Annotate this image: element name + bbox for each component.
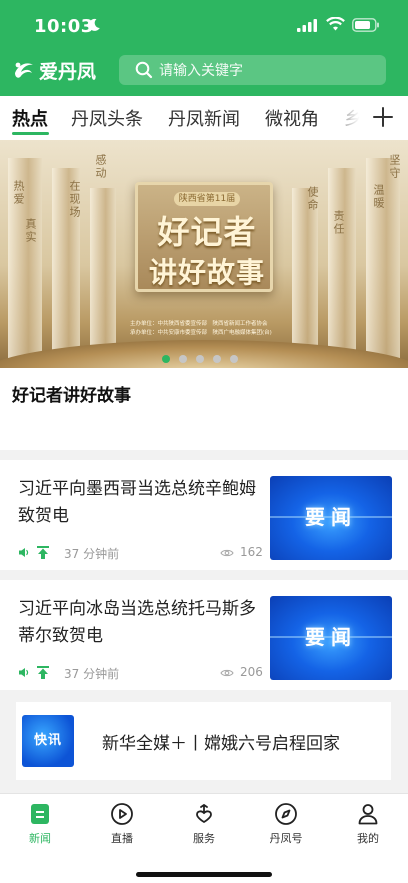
banner-word: 坚守 [388,154,401,180]
news-views: 206 [240,665,263,679]
banner-board-tag: 陕西省第11届 [174,192,240,206]
banner-organizers: 主办单位：中共陕西省委宣传部 陕西省新闻工作者协会 承办单位：中共安康市委宣传部… [130,320,290,338]
carousel-dot[interactable] [179,355,187,363]
news-thumbnail[interactable]: 要闻 [270,596,392,680]
nav-label: 直播 [111,832,133,845]
banner-word: 温暖 [372,184,385,210]
status-time: 10:03 [34,16,94,37]
pinned-top-icon [37,546,49,559]
banner-carousel[interactable]: 坚守 热爱 在现场 真实 使命 责任 感动 温暖 陕西省第11届 好记者 讲好故… [0,140,408,368]
brand-name: 爱丹凤 [39,60,97,83]
moon-icon [88,18,100,31]
search-icon [135,61,153,79]
banner-headline-line1: 好记者 [157,213,257,251]
news-item[interactable]: 习近平向墨西哥当选总统辛鲍姆致贺电 37 分钟前 162 要闻 [0,460,408,570]
tab-danfeng-headlines[interactable]: 丹凤头条 [71,105,143,131]
nav-service[interactable]: 服务 [174,802,234,846]
banner-word: 感动 [94,154,107,180]
speaker-icon[interactable] [18,547,30,558]
brand-logo[interactable]: 爱丹凤 [12,58,97,83]
tab-micro-view[interactable]: 微视角 [265,105,319,131]
search-placeholder: 请输入关键字 [159,63,243,79]
bottom-nav: 新闻 直播 服务 丹凤号 我的 [0,793,408,883]
play-icon [111,803,133,825]
wifi-icon [326,17,345,31]
carousel-dots [162,355,238,365]
banner-word: 使命 [306,186,319,212]
eye-icon [220,669,234,677]
add-channel-icon[interactable] [372,106,394,128]
nav-live[interactable]: 直播 [92,802,152,846]
speaker-icon[interactable] [18,667,30,678]
banner-word: 热爱 [12,180,25,206]
news-meta: 37 分钟前 162 [18,545,263,561]
compass-icon [275,803,297,825]
carousel-dot[interactable] [230,355,238,363]
nav-profile[interactable]: 我的 [338,802,398,846]
flash-news-card[interactable]: 快讯 新华全媒＋丨嫦娥六号启程回家 [16,702,391,780]
channel-tabs: 热点 丹凤头条 丹凤新闻 微视角 乡 [0,96,408,140]
news-views: 162 [240,545,263,559]
banner-word: 真实 [24,218,37,244]
news-title: 习近平向墨西哥当选总统辛鲍姆致贺电 [18,479,256,526]
flash-badge: 快讯 [22,715,74,767]
tab-hot[interactable]: 热点 [12,105,48,131]
banner-caption-card[interactable]: 好记者讲好故事 [0,368,408,450]
news-icon [31,804,49,824]
banner-pillar [292,188,318,368]
battery-icon [352,18,379,32]
tab-fade [322,96,362,140]
status-bar: 10:03 [0,0,408,52]
banner-organizer-line: 承办单位：中共安康市委宣传部 陕西广电融媒体集团(台) [130,330,272,336]
carousel-dot[interactable] [213,355,221,363]
signal-icon [297,19,317,32]
banner-caption: 好记者讲好故事 [12,386,131,406]
brand-mark-icon [15,62,33,78]
service-heart-icon [196,803,212,824]
banner-pillar [328,168,356,368]
user-icon [358,804,378,825]
tab-strip: 热点 丹凤头条 丹凤新闻 微视角 乡 [0,96,362,140]
news-time: 37 分钟前 [64,667,120,681]
active-tab-indicator [12,132,49,135]
nav-danfeng-account[interactable]: 丹凤号 [256,802,316,846]
search-bar[interactable]: 请输入关键字 [119,55,386,85]
home-indicator[interactable] [136,872,272,877]
carousel-dot[interactable] [196,355,204,363]
news-item[interactable]: 习近平向冰岛当选总统托马斯多蒂尔致贺电 37 分钟前 206 要闻 [0,580,408,690]
banner-headline-line2: 讲好故事 [148,256,265,289]
thumbnail-label: 要闻 [305,625,357,649]
nav-news[interactable]: 新闻 [10,802,70,846]
nav-label: 我的 [357,832,379,845]
app-header: 10:03 爱丹凤 请输入关键字 [0,0,408,96]
eye-icon [220,549,234,557]
news-thumbnail[interactable]: 要闻 [270,476,392,560]
banner-word: 在现场 [68,180,81,219]
banner-headline-board: 陕西省第11届 好记者 讲好故事 [135,182,273,292]
pinned-top-icon [37,666,49,679]
banner-word: 责任 [332,210,345,236]
flash-headline: 新华全媒＋丨嫦娥六号启程回家 [102,734,340,754]
nav-label: 新闻 [29,832,51,845]
flash-news-section: 快讯 新华全媒＋丨嫦娥六号启程回家 [0,690,408,793]
banner-pillar [90,188,116,368]
nav-label: 丹凤号 [269,832,303,845]
news-title: 习近平向冰岛当选总统托马斯多蒂尔致贺电 [18,599,256,646]
banner-organizer-line: 主办单位：中共陕西省委宣传部 陕西省新闻工作者协会 [130,321,268,327]
thumbnail-label: 要闻 [305,505,357,529]
app-screen: 10:03 爱丹凤 请输入关键字 热点 丹凤头条 丹凤新闻 微视角 坚守 热爱 … [0,0,408,883]
carousel-dot-active[interactable] [162,355,170,363]
nav-label: 服务 [193,832,215,845]
news-time: 37 分钟前 [64,547,120,561]
tab-danfeng-news[interactable]: 丹凤新闻 [168,105,240,131]
news-meta: 37 分钟前 206 [18,665,263,681]
flash-badge-label: 快讯 [33,733,62,748]
